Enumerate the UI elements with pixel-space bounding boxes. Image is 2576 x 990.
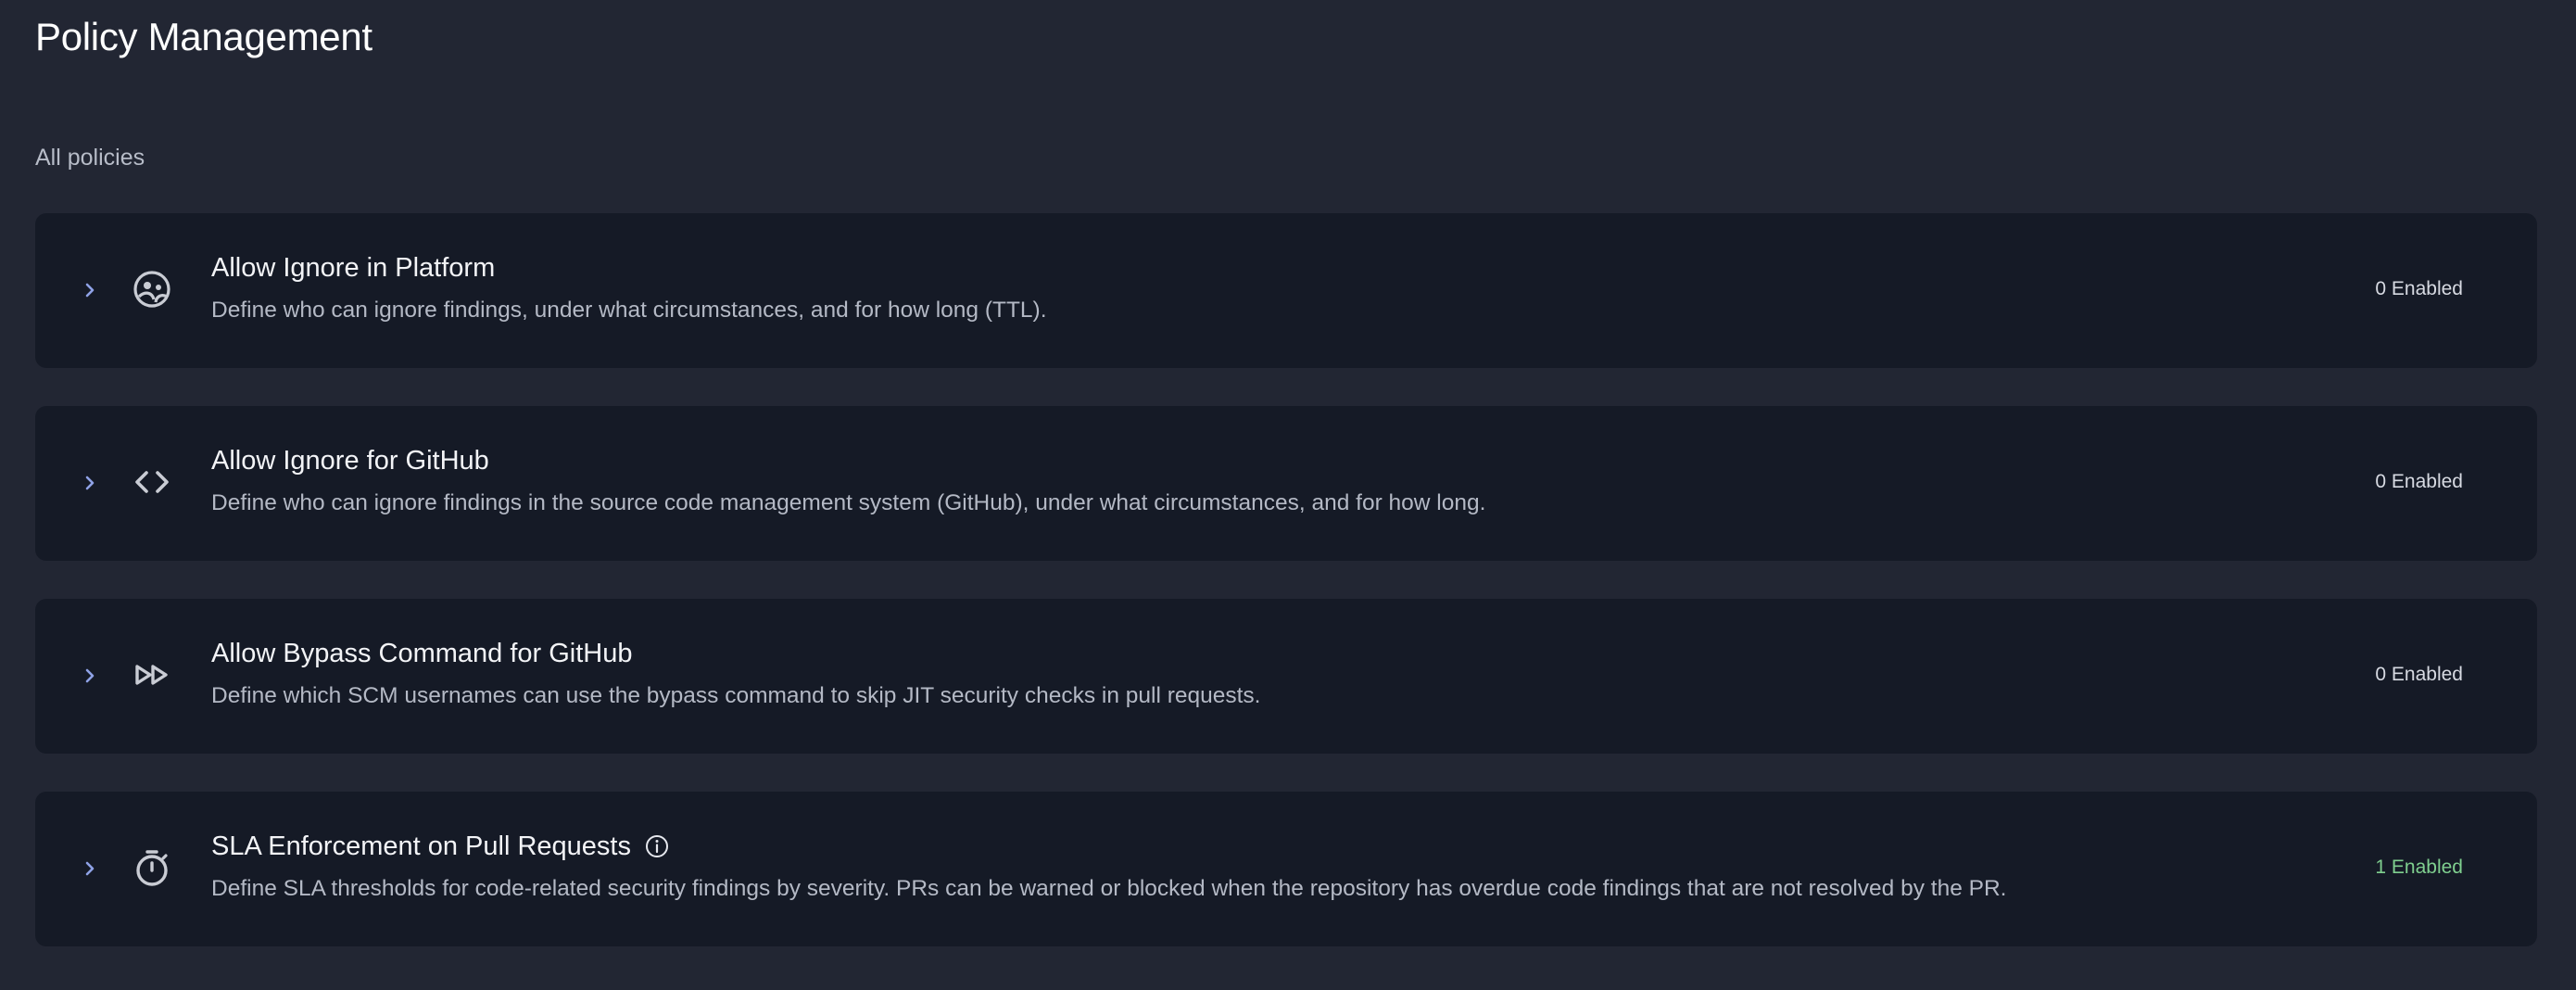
chevron-right-icon[interactable] xyxy=(78,471,102,495)
policy-card-allow-bypass-github[interactable]: Allow Bypass Command for GitHub Define w… xyxy=(35,599,2537,754)
policy-title-text: SLA Enforcement on Pull Requests xyxy=(211,831,631,861)
code-brackets-icon xyxy=(130,460,174,504)
policy-title: Allow Ignore in Platform xyxy=(211,252,2259,284)
policy-description: Define who can ignore findings in the so… xyxy=(211,490,1486,515)
fast-forward-icon xyxy=(130,653,174,697)
policy-text: Allow Bypass Command for GitHub Define w… xyxy=(211,638,2259,710)
chevron-right-icon[interactable] xyxy=(78,664,102,688)
policy-card-allow-ignore-platform[interactable]: Allow Ignore in Platform Define who can … xyxy=(35,213,2537,368)
info-icon[interactable] xyxy=(644,833,670,859)
page-title: Policy Management xyxy=(35,15,373,58)
status-badge: 0 Enabled xyxy=(2375,471,2463,492)
user-face-icon xyxy=(130,267,174,311)
policy-text: Allow Ignore in Platform Define who can … xyxy=(211,252,2259,324)
chevron-right-icon[interactable] xyxy=(78,857,102,881)
policy-description: Define who can ignore findings, under wh… xyxy=(211,298,1047,323)
policy-title: Allow Ignore for GitHub xyxy=(211,445,2259,476)
section-label: All policies xyxy=(35,145,145,171)
status-badge: 1 Enabled xyxy=(2375,857,2463,878)
policy-description: Define which SCM usernames can use the b… xyxy=(211,683,1261,708)
policy-text: SLA Enforcement on Pull Requests Define … xyxy=(211,831,2259,903)
policy-card-sla-enforcement[interactable]: SLA Enforcement on Pull Requests Define … xyxy=(35,792,2537,946)
policy-title: Allow Bypass Command for GitHub xyxy=(211,638,2259,669)
policy-description: Define SLA thresholds for code-related s… xyxy=(211,876,2007,901)
policy-management-page: Policy Management All policies Allow Ign… xyxy=(0,0,2576,990)
policy-title-text: Allow Bypass Command for GitHub xyxy=(211,639,633,668)
policy-text: Allow Ignore for GitHub Define who can i… xyxy=(211,445,2259,517)
policy-list: Allow Ignore in Platform Define who can … xyxy=(35,213,2537,984)
policy-title: SLA Enforcement on Pull Requests xyxy=(211,831,2259,862)
stopwatch-icon xyxy=(130,845,174,890)
policy-card-allow-ignore-github[interactable]: Allow Ignore for GitHub Define who can i… xyxy=(35,406,2537,561)
status-badge: 0 Enabled xyxy=(2375,664,2463,685)
chevron-right-icon[interactable] xyxy=(78,278,102,302)
policy-title-text: Allow Ignore for GitHub xyxy=(211,446,489,476)
policy-title-text: Allow Ignore in Platform xyxy=(211,253,496,283)
status-badge: 0 Enabled xyxy=(2375,278,2463,299)
